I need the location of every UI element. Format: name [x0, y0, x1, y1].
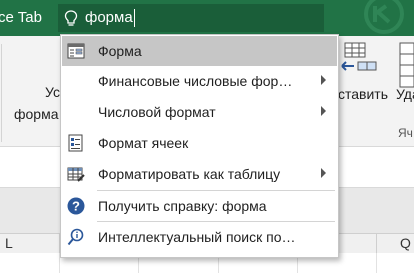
menu-item-number-format[interactable]: Числовой формат	[62, 97, 337, 127]
menu-item-financial-number-format[interactable]: Финансовые числовые фор…	[62, 66, 337, 96]
format-cells-icon	[68, 134, 83, 152]
menu-item-label: Форма	[98, 43, 142, 59]
menu-item-get-help[interactable]: ? Получить справку: форма	[62, 191, 337, 221]
search-input[interactable]: форма	[85, 9, 133, 26]
menu-item-format-cells[interactable]: Формат ячеек	[62, 128, 337, 158]
menu-item-label: Формат ячеек	[98, 135, 189, 151]
menu-item-format-as-table[interactable]: Форматировать как таблицу	[62, 159, 337, 189]
feedback-icon[interactable]	[362, 0, 406, 36]
menu-item-label: Получить справку: форма	[98, 198, 267, 214]
submenu-arrow-icon	[321, 75, 326, 85]
insert-cells-icon[interactable]	[344, 42, 366, 58]
menu-item-label: Интеллектуальный поиск по…	[98, 229, 296, 245]
menu-item-label: Форматировать как таблицу	[98, 166, 281, 182]
tell-me-search-box[interactable]: форма	[58, 4, 324, 32]
title-bar: ce Tab форма	[0, 0, 414, 36]
insert-button-label[interactable]: ставить	[338, 86, 388, 102]
smart-lookup-icon	[67, 228, 84, 246]
lightbulb-icon	[64, 10, 78, 26]
cells-group-label: Яч	[398, 126, 413, 140]
column-header-l[interactable]: L	[5, 235, 13, 251]
menu-item-form[interactable]: Форма	[62, 36, 337, 66]
delete-cells-icon[interactable]	[396, 42, 414, 92]
help-icon: ?	[67, 197, 85, 215]
svg-text:?: ?	[72, 199, 80, 214]
text-caret	[134, 9, 135, 27]
office-tab-label[interactable]: ce Tab	[0, 9, 42, 26]
format-as-table-icon	[67, 167, 85, 182]
submenu-arrow-icon	[321, 106, 326, 116]
column-divider	[376, 234, 377, 253]
delete-button-label[interactable]: Уда	[396, 86, 414, 102]
column-header-q[interactable]: Q	[400, 235, 411, 251]
submenu-arrow-icon	[321, 168, 326, 178]
menu-item-label: Числовой формат	[98, 104, 216, 120]
ribbon-separator	[1, 44, 2, 142]
ribbon-left-label-2[interactable]: форма	[14, 106, 59, 122]
search-results-dropdown: Форма Финансовые числовые фор… Числовой …	[60, 34, 339, 258]
ribbon-left-label-1[interactable]: Ус	[45, 84, 60, 100]
cell-gridline	[376, 253, 377, 273]
menu-item-label: Финансовые числовые фор…	[98, 73, 293, 89]
insert-arrow-icon	[341, 61, 377, 71]
menu-item-smart-lookup[interactable]: Интеллектуальный поиск по…	[62, 222, 337, 252]
form-icon	[67, 43, 85, 59]
